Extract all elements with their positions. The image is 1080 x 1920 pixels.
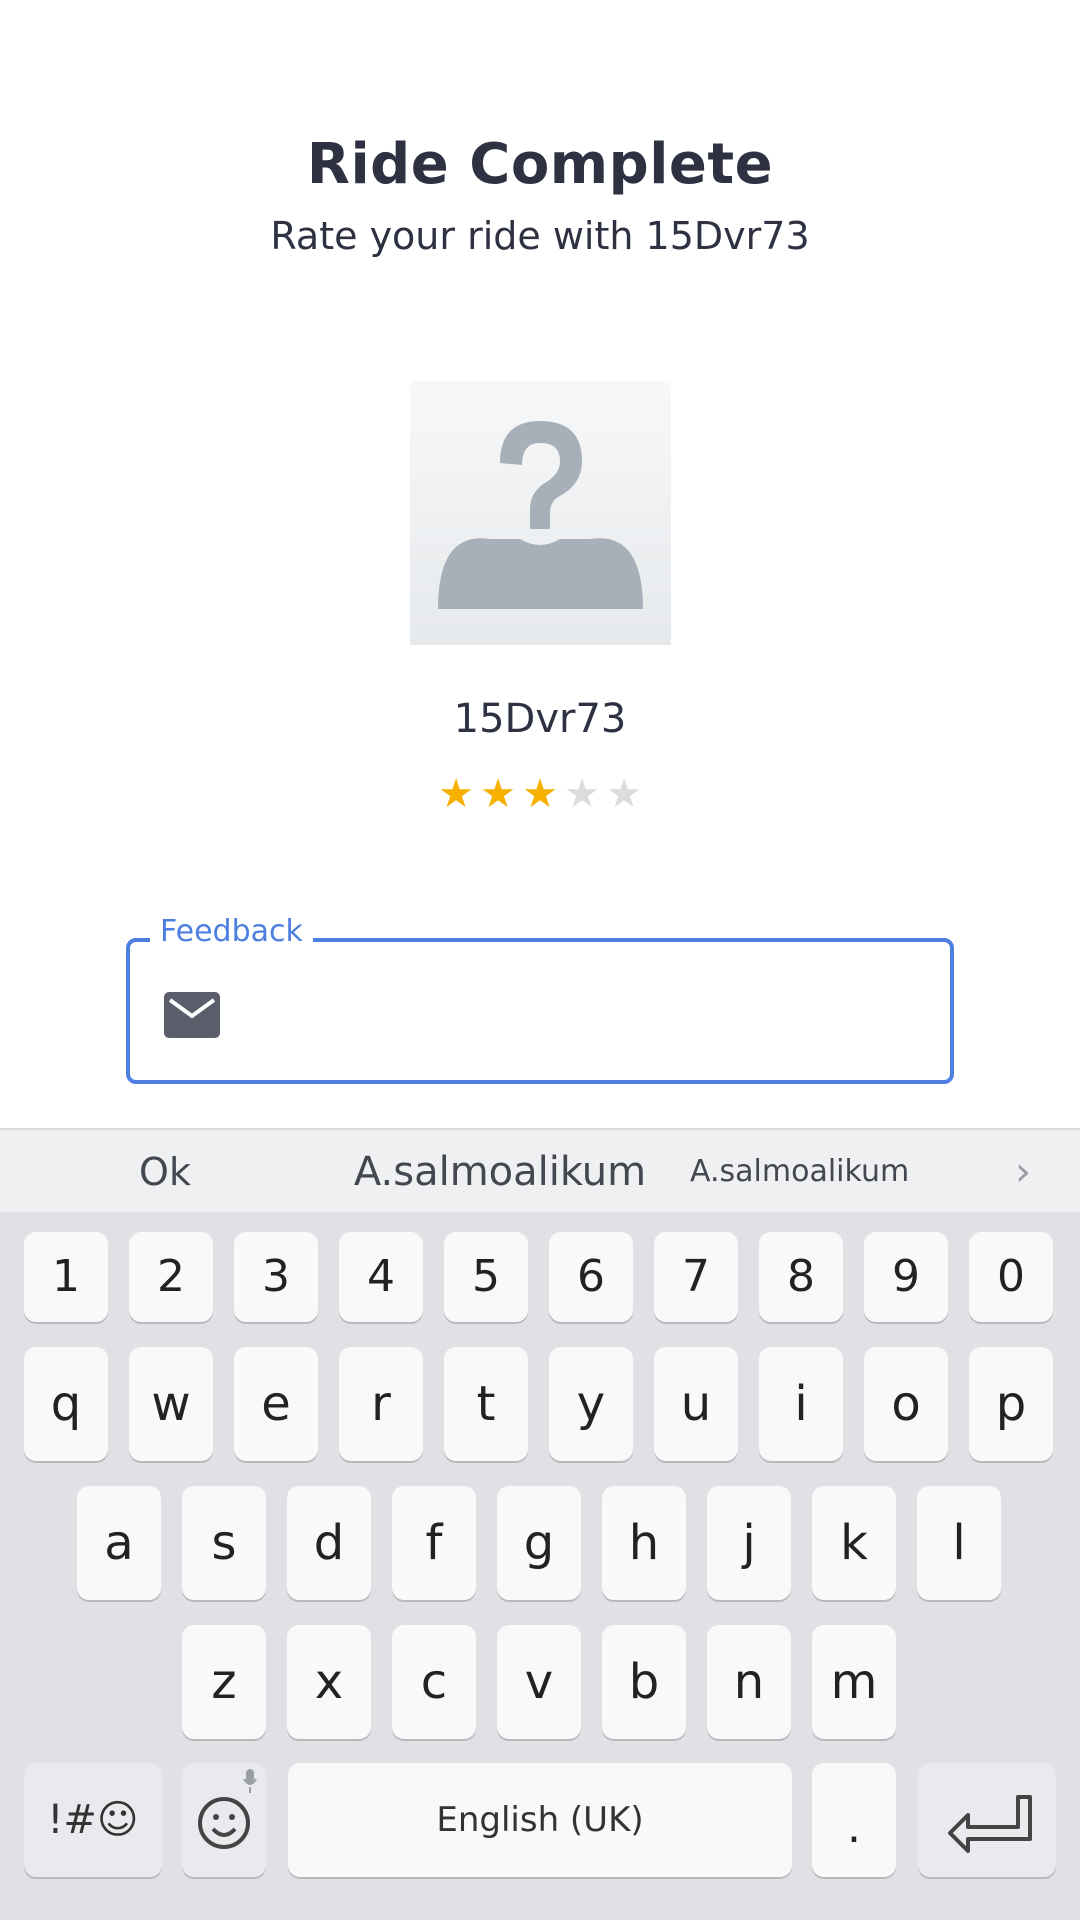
key-z[interactable]: z [182, 1625, 266, 1739]
key-u[interactable]: u [654, 1347, 738, 1461]
enter-icon [948, 1795, 1032, 1853]
feedback-input[interactable] [240, 962, 930, 1062]
key-g[interactable]: g [497, 1486, 581, 1600]
key-n[interactable]: n [707, 1625, 791, 1739]
key-6[interactable]: 6 [549, 1232, 633, 1322]
key-e[interactable]: e [234, 1347, 318, 1461]
key-w[interactable]: w [129, 1347, 213, 1461]
key-o[interactable]: o [864, 1347, 948, 1461]
page-subtitle: Rate your ride with 15Dvr73 [270, 214, 810, 258]
star-icon[interactable]: ★ [480, 774, 517, 814]
key-d[interactable]: d [287, 1486, 371, 1600]
emoji-key[interactable] [182, 1763, 266, 1877]
key-m[interactable]: m [812, 1625, 896, 1739]
enter-key[interactable] [918, 1763, 1056, 1877]
key-7[interactable]: 7 [654, 1232, 738, 1322]
period-key-label: . [847, 1802, 861, 1853]
key-k[interactable]: k [812, 1486, 896, 1600]
feedback-label: Feedback [150, 914, 313, 949]
key-s[interactable]: s [182, 1486, 266, 1600]
key-y[interactable]: y [549, 1347, 633, 1461]
driver-avatar [410, 381, 671, 645]
key-q[interactable]: q [24, 1347, 108, 1461]
star-icon[interactable]: ★ [564, 774, 601, 814]
key-l[interactable]: l [917, 1486, 1001, 1600]
keyboard-bottom-row: !#☺ English (UK) . [0, 1763, 1080, 1881]
key-2[interactable]: 2 [129, 1232, 213, 1322]
suggestion-item[interactable]: A.salmoalikum [330, 1130, 670, 1214]
key-h[interactable]: h [602, 1486, 686, 1600]
key-8[interactable]: 8 [759, 1232, 843, 1322]
page-title: Ride Complete [306, 132, 774, 197]
driver-name: 15Dvr73 [453, 696, 627, 742]
key-p[interactable]: p [969, 1347, 1053, 1461]
key-r[interactable]: r [339, 1347, 423, 1461]
space-key-label: English (UK) [436, 1800, 644, 1840]
star-icon[interactable]: ★ [438, 774, 475, 814]
key-x[interactable]: x [287, 1625, 371, 1739]
key-3[interactable]: 3 [234, 1232, 318, 1322]
key-v[interactable]: v [497, 1625, 581, 1739]
key-i[interactable]: i [759, 1347, 843, 1461]
key-j[interactable]: j [707, 1486, 791, 1600]
key-4[interactable]: 4 [339, 1232, 423, 1322]
key-c[interactable]: c [392, 1625, 476, 1739]
suggestion-item[interactable]: A.salmoalikum Online [690, 1130, 1010, 1273]
key-f[interactable]: f [392, 1486, 476, 1600]
chevron-right-icon[interactable]: › [1015, 1130, 1031, 1214]
emoji-icon [198, 1769, 257, 1849]
key-1[interactable]: 1 [24, 1232, 108, 1322]
period-key[interactable]: . [812, 1763, 896, 1877]
feedback-field[interactable]: Feedback [126, 914, 954, 1084]
key-9[interactable]: 9 [864, 1232, 948, 1322]
key-b[interactable]: b [602, 1625, 686, 1739]
key-t[interactable]: t [444, 1347, 528, 1461]
star-icon[interactable]: ★ [606, 774, 643, 814]
mail-icon [164, 992, 220, 1038]
ride-complete-screen: Ride Complete Rate your ride with 15Dvr7… [0, 0, 1080, 1920]
key-0[interactable]: 0 [969, 1232, 1053, 1322]
key-a[interactable]: a [77, 1486, 161, 1600]
suggestion-item[interactable]: Ok [0, 1130, 330, 1214]
star-rating[interactable]: ★ ★ ★ ★ ★ [0, 774, 1080, 814]
unknown-person-icon [438, 421, 643, 609]
star-icon[interactable]: ★ [522, 774, 559, 814]
symbols-key-label: !#☺ [47, 1797, 139, 1843]
space-key[interactable]: English (UK) [288, 1763, 792, 1877]
suggestion-bar: Ok A.salmoalikum A.salmoalikum Online › [0, 1128, 1080, 1273]
key-5[interactable]: 5 [444, 1232, 528, 1322]
symbols-key[interactable]: !#☺ [24, 1763, 162, 1877]
